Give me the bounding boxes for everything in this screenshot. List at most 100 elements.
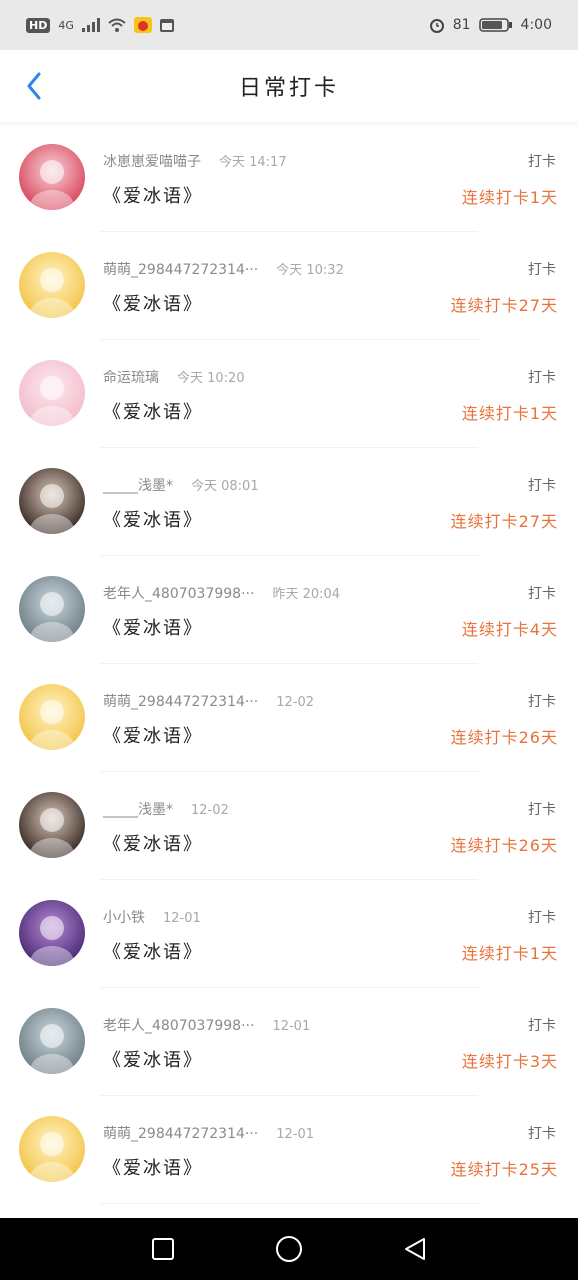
username[interactable]: 命运琉璃 [103, 370, 159, 386]
name-line: 小小铁 12-01 [103, 907, 201, 927]
username[interactable]: 萌萌_2984472723​14··· [103, 694, 258, 710]
timestamp: 今天 10:32 [276, 263, 344, 278]
name-line: 老年人_4807037998··· 12-01 [103, 1015, 310, 1035]
book-title[interactable]: 《爱冰语》 [103, 1046, 203, 1072]
square-icon [152, 1238, 174, 1260]
list-item[interactable]: 萌萌_2984472723​14··· 今天 10:32 《爱冰语》 打卡 连续打… [0, 232, 578, 340]
book-title[interactable]: 《爱冰语》 [103, 182, 203, 208]
list-item[interactable]: 萌萌_2984472723​14··· 12-02 《爱冰语》 打卡 连续打卡26… [0, 664, 578, 772]
avatar-image [19, 468, 85, 534]
avatar[interactable] [19, 684, 85, 750]
username[interactable]: 老年人_4807037998··· [103, 586, 254, 602]
avatar-image [19, 900, 85, 966]
timestamp: 今天 10:20 [177, 371, 245, 386]
calendar-icon [159, 19, 174, 32]
timestamp: 12-01 [276, 1127, 315, 1142]
avatar-image [19, 1116, 85, 1182]
avatar[interactable] [19, 1008, 85, 1074]
book-title[interactable]: 《爱冰语》 [103, 506, 203, 532]
avatar[interactable] [19, 1116, 85, 1182]
triangle-left-icon [405, 1238, 425, 1260]
book-title[interactable]: 《爱冰语》 [103, 1154, 203, 1180]
battery-percent: 81 [452, 17, 471, 33]
name-line: 萌萌_2984472723​14··· 12-01 [103, 1123, 314, 1143]
home-button[interactable] [269, 1229, 309, 1269]
list-item[interactable]: 小小铁 12-01 《爱冰语》 打卡 连续打卡1天 [0, 880, 578, 988]
avatar-image [19, 684, 85, 750]
signal-icon [81, 18, 100, 32]
back-nav-button[interactable] [395, 1229, 435, 1269]
checkin-tag: 打卡 [528, 586, 556, 602]
book-title[interactable]: 《爱冰语》 [103, 938, 203, 964]
streak-label: 连续打卡26天 [450, 728, 558, 747]
system-nav-bar [0, 1218, 578, 1280]
timestamp: 今天 08:01 [191, 479, 259, 494]
avatar-image [19, 252, 85, 318]
username[interactable]: _____浅墨* [103, 478, 173, 494]
header: 日常打卡 [0, 50, 578, 122]
avatar-image [19, 360, 85, 426]
avatar-image [19, 792, 85, 858]
network-type: HD [26, 17, 51, 33]
list-item[interactable]: 萌萌_2984472723​14··· 12-01 《爱冰语》 打卡 连续打卡25… [0, 1096, 578, 1204]
checkin-tag: 打卡 [528, 154, 556, 170]
checkin-tag: 打卡 [528, 478, 556, 494]
timestamp: 12-02 [276, 695, 315, 710]
list-item[interactable]: 命运琉璃 今天 10:20 《爱冰语》 打卡 连续打卡1天 [0, 340, 578, 448]
streak-label: 连续打卡25天 [450, 1160, 558, 1179]
checkin-tag: 打卡 [528, 802, 556, 818]
username[interactable]: 老年人_4807037998··· [103, 1018, 254, 1034]
list-item[interactable]: 冰崽崽爱喵喵子 今天 14:17 《爱冰语》 打卡 连续打卡1天 [0, 124, 578, 232]
checkin-tag: 打卡 [528, 1126, 556, 1142]
status-left: HD 4G [26, 17, 174, 33]
back-button[interactable] [16, 68, 52, 104]
username[interactable]: 萌萌_2984472723​14··· [103, 262, 258, 278]
book-title[interactable]: 《爱冰语》 [103, 398, 203, 424]
avatar[interactable] [19, 900, 85, 966]
wifi-icon [108, 18, 126, 32]
weibo-icon [133, 17, 152, 33]
checkin-tag: 打卡 [528, 694, 556, 710]
streak-label: 连续打卡26天 [450, 836, 558, 855]
username[interactable]: 冰崽崽爱喵喵子 [103, 154, 201, 170]
name-line: 萌萌_2984472723​14··· 12-02 [103, 691, 314, 711]
clock: 4:00 [520, 17, 552, 33]
streak-label: 连续打卡1天 [461, 404, 558, 423]
name-line: _____浅墨* 今天 08:01 [103, 475, 259, 495]
streak-label: 连续打卡4天 [461, 620, 558, 639]
avatar[interactable] [19, 576, 85, 642]
list-item[interactable]: 老年人_4807037998··· 昨天 20:04 《爱冰语》 打卡 连续打卡4… [0, 556, 578, 664]
status-right: 81 4:00 [429, 17, 552, 33]
name-line: 命运琉璃 今天 10:20 [103, 367, 245, 387]
name-line: 老年人_4807037998··· 昨天 20:04 [103, 583, 340, 603]
username[interactable]: 萌萌_2984472723​14··· [103, 1126, 258, 1142]
book-title[interactable]: 《爱冰语》 [103, 830, 203, 856]
list-item[interactable]: _____浅墨* 今天 08:01 《爱冰语》 打卡 连续打卡27天 [0, 448, 578, 556]
book-title[interactable]: 《爱冰语》 [103, 722, 203, 748]
list-item[interactable]: _____浅墨* 12-02 《爱冰语》 打卡 连续打卡26天 [0, 772, 578, 880]
streak-label: 连续打卡3天 [461, 1052, 558, 1071]
signal-label: 4G [58, 18, 74, 32]
streak-label: 连续打卡1天 [461, 188, 558, 207]
recent-apps-button[interactable] [143, 1229, 183, 1269]
avatar[interactable] [19, 792, 85, 858]
avatar[interactable] [19, 144, 85, 210]
list-item[interactable]: 老年人_4807037998··· 12-01 《爱冰语》 打卡 连续打卡3天 [0, 988, 578, 1096]
book-title[interactable]: 《爱冰语》 [103, 614, 203, 640]
page-title: 日常打卡 [238, 76, 339, 101]
avatar[interactable] [19, 360, 85, 426]
streak-label: 连续打卡1天 [461, 944, 558, 963]
username[interactable]: _____浅墨* [103, 802, 173, 818]
avatar[interactable] [19, 468, 85, 534]
avatar[interactable] [19, 252, 85, 318]
chevron-left-icon [27, 72, 41, 100]
checkin-tag: 打卡 [528, 910, 556, 926]
avatar-image [19, 1008, 85, 1074]
username[interactable]: 小小铁 [103, 910, 145, 926]
circle-icon [276, 1236, 302, 1262]
timestamp: 昨天 20:04 [272, 587, 341, 602]
name-line: 冰崽崽爱喵喵子 今天 14:17 [103, 151, 287, 171]
avatar-image [19, 144, 85, 210]
book-title[interactable]: 《爱冰语》 [103, 290, 203, 316]
timestamp: 12-02 [191, 803, 229, 818]
